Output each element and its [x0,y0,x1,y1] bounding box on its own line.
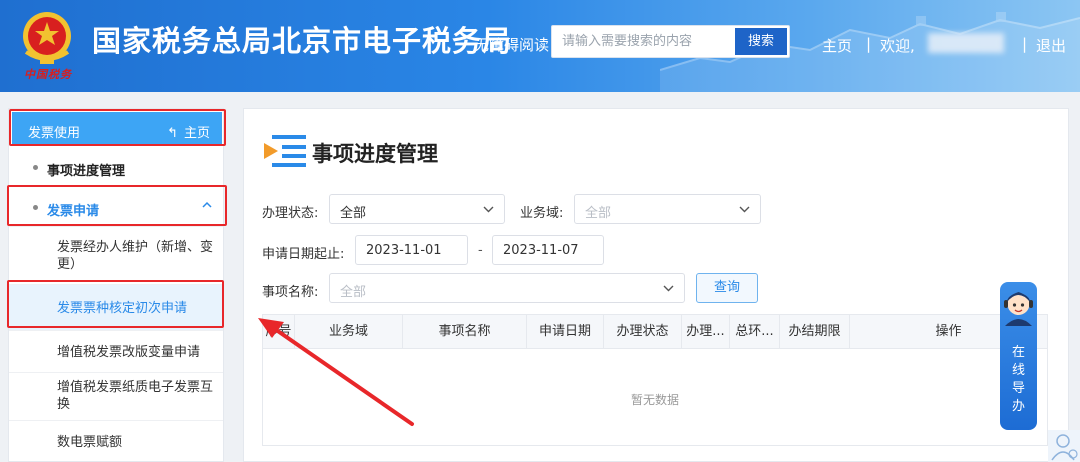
agent-avatar-icon [1004,292,1033,326]
sidebar-subitem-paper-electronic-swap[interactable]: 增值税发票纸质电子发票互换 [9,373,223,421]
column-header[interactable]: 申请日期 [527,315,604,349]
emblem-subtitle: 中国税务 [24,68,72,81]
list-title-icon [264,135,306,167]
search-box: 搜索 [551,25,790,58]
highlight-box [7,280,224,328]
progress-table: 序号 业务域 事项名称 申请日期 办理状态 办理... 总环... 办结期限 操… [262,314,1048,446]
online-guide-widget[interactable]: 在 线 导 办 [1000,282,1037,430]
sidebar-item-label: 事项进度管理 [47,164,126,179]
end-date-input[interactable]: 2023-11-07 [492,235,604,265]
nav-separator: | [1022,35,1028,53]
item-name-select[interactable]: 全部 [329,273,685,303]
logout-link[interactable]: 退出 [1036,35,1066,56]
bullet-icon [33,165,38,170]
column-header[interactable]: 事项名称 [403,315,527,349]
item-name-placeholder: 全部 [340,285,367,300]
guide-char: 导 [1011,381,1025,396]
chevron-down-icon [739,206,750,213]
nav-separator: | [866,35,872,53]
site-header: 中国税务 国家税务总局北京市电子税务局 无障碍阅读 搜索 主页 | 欢迎, | … [0,0,1080,92]
sidebar-item-progress[interactable]: 事项进度管理 [9,149,223,187]
highlight-box [7,185,227,226]
domain-label: 业务域: [520,206,564,221]
start-date-input[interactable]: 2023-11-01 [355,235,468,265]
item-name-label: 事项名称: [262,285,319,300]
user-profile-icon[interactable] [1048,430,1080,462]
status-select[interactable]: 全部 [329,194,505,224]
table-header: 序号 业务域 事项名称 申请日期 办理状态 办理... 总环... 办结期限 操… [263,315,1047,349]
column-header[interactable]: 办结期限 [780,315,850,349]
query-button[interactable]: 查询 [696,273,758,303]
column-header[interactable]: 序号 [263,315,295,349]
guide-label: 在 线 导 办 [1000,344,1037,416]
status-select-value: 全部 [340,206,367,221]
site-title: 国家税务总局北京市电子税务局 [92,24,513,58]
tax-emblem-icon [23,12,71,64]
sidebar-subitem-label: 增值税发票纸质电子发票互换 [57,380,214,412]
date-separator: - [478,243,483,258]
empty-state: 暂无数据 [630,393,679,407]
search-input[interactable] [552,26,732,57]
chevron-down-icon [483,206,494,213]
nav-welcome: 欢迎, [880,37,915,55]
domain-select[interactable]: 全部 [574,194,761,224]
sidebar-subitem-label: 发票经办人维护（新增、变更） [57,240,214,272]
page-title: 事项进度管理 [312,142,438,166]
sidebar-subitem-vat-change[interactable]: 增值税发票改版变量申请 [9,331,223,373]
accessibility-link[interactable]: 无障碍阅读 [474,34,549,55]
highlight-box [9,109,226,146]
guide-char: 办 [1011,399,1025,414]
sidebar-subitem-digital-quota[interactable]: 数电票赋额 [9,421,223,461]
nav-home-link[interactable]: 主页 [822,35,852,56]
date-range-label: 申请日期起止: [262,247,345,262]
status-label: 办理状态: [262,206,319,221]
domain-select-placeholder: 全部 [585,206,612,221]
chevron-down-icon [663,285,674,292]
column-header[interactable]: 办理... [682,315,730,349]
column-header[interactable]: 总环... [730,315,780,349]
sidebar-subitem-label: 数电票赋额 [57,435,123,450]
column-header[interactable]: 办理状态 [604,315,682,349]
guide-char: 线 [1011,363,1025,378]
username-redacted [928,33,1004,53]
sidebar-subitem-agent-maintenance[interactable]: 发票经办人维护（新增、变更） [9,229,223,285]
guide-char: 在 [1011,345,1025,360]
sidebar-subitem-label: 增值税发票改版变量申请 [57,345,201,360]
search-button[interactable]: 搜索 [735,28,787,55]
column-header[interactable]: 业务域 [295,315,403,349]
